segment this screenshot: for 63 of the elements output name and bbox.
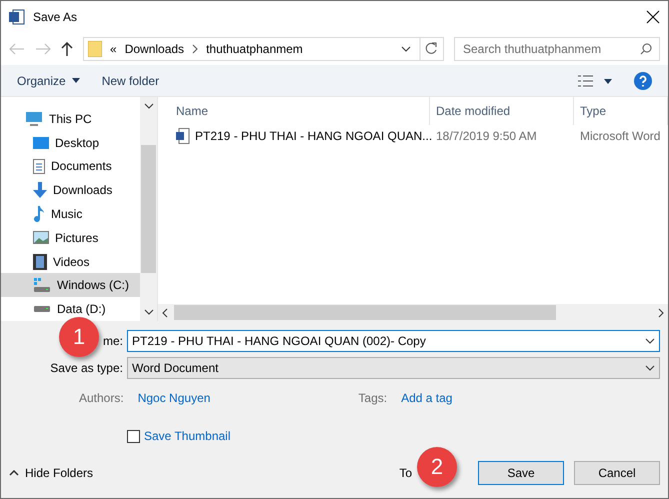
tag-link[interactable]: Add a tag	[401, 391, 452, 405]
chevron-down-icon	[645, 338, 655, 344]
chevron-right-icon	[658, 308, 664, 318]
sidebar-item[interactable]: Windows (C:)	[1, 273, 140, 298]
music-note-icon	[33, 206, 45, 222]
save-button[interactable]: Save	[478, 461, 564, 485]
breadcrumb-item[interactable]: Downloads	[124, 42, 184, 56]
breadcrumb-overflow: «	[110, 42, 117, 56]
view-options-icon[interactable]	[578, 74, 612, 86]
column-header[interactable]: Name	[170, 97, 430, 125]
window-title: Save As	[33, 10, 78, 24]
field-label: me:	[102, 334, 123, 348]
new-folder-button[interactable]: New folder	[102, 74, 160, 88]
tools-label[interactable]: To	[399, 466, 412, 480]
word-document-icon	[176, 128, 190, 144]
help-icon[interactable]	[634, 72, 652, 90]
table-cell-text: Microsoft Word	[580, 129, 662, 143]
chevron-down-icon	[401, 46, 411, 52]
breadcrumb-item[interactable]: thuthuatphanmem	[206, 42, 303, 56]
field-label: Save as type:	[50, 361, 123, 375]
up-arrow-icon[interactable]	[61, 42, 73, 56]
document-icon	[33, 158, 45, 174]
sidebar-item[interactable]: Desktop	[1, 130, 140, 155]
search-field[interactable]: Search thuthuatphanmem	[454, 36, 660, 60]
author-link[interactable]: Ngoc Nguyen	[138, 391, 210, 405]
checkbox-label[interactable]: Save Thumbnail	[144, 429, 230, 443]
desktop-icon	[33, 136, 49, 149]
film-icon	[33, 254, 47, 270]
column-header[interactable]: Date modified	[430, 97, 574, 125]
column-header[interactable]: Type	[574, 97, 668, 125]
drive-icon	[33, 306, 51, 312]
search-icon	[640, 42, 652, 54]
sidebar-item[interactable]: Pictures	[1, 226, 140, 250]
sidebar-item[interactable]: This PC	[1, 107, 140, 131]
sidebar-item[interactable]: Videos	[1, 250, 140, 274]
field-label: Authors:	[79, 391, 124, 405]
horizontal-scrollbar[interactable]	[158, 304, 668, 321]
drive-icon	[33, 278, 51, 292]
sidebar-item[interactable]: Documents	[1, 154, 140, 178]
table-cell-text: 18/7/2019 9:50 AM	[436, 129, 538, 143]
file-name-field[interactable]: PT219 - PHU THAI - HANG NGOAI QUAN (002)- Copy	[127, 330, 660, 352]
close-icon[interactable]	[646, 10, 660, 24]
caret-down-icon	[72, 78, 80, 83]
chevron-left-icon	[162, 308, 168, 318]
file-type-dropdown[interactable]: Word Document	[127, 357, 660, 379]
picture-icon	[33, 231, 49, 244]
chevron-down-icon	[645, 365, 655, 371]
address-bar[interactable]: « Downloads thuthuatphanmem	[83, 36, 444, 60]
vertical-scrollbar[interactable]	[140, 97, 157, 321]
table-cell[interactable]: PT219 - PHU THAI - HANG NGOAI QUAN...	[176, 128, 436, 144]
field-label: Tags:	[358, 391, 388, 405]
computer-icon	[25, 110, 43, 127]
checkbox[interactable]	[127, 430, 140, 442]
chevron-right-icon	[192, 44, 198, 54]
hide-folders-button[interactable]: Hide Folders	[9, 466, 94, 480]
down-arrow-icon	[33, 182, 47, 198]
chevron-down-icon	[144, 309, 154, 315]
sidebar-item[interactable]: Music	[1, 202, 140, 226]
word-app-icon	[9, 8, 25, 24]
cancel-button[interactable]: Cancel	[574, 461, 660, 485]
organize-menu-button[interactable]: Organize	[17, 74, 80, 88]
sidebar-item[interactable]: Downloads	[1, 178, 140, 202]
folder-icon	[88, 40, 102, 56]
